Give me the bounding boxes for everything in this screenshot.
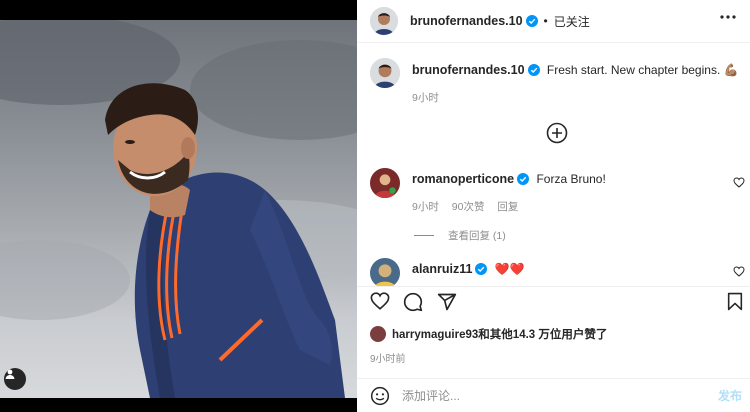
person-icon — [5, 369, 15, 379]
more-options-icon[interactable] — [720, 15, 736, 19]
comment-row: alanruiz11 ❤️❤️ — [370, 258, 525, 286]
header-separator: • — [543, 14, 548, 28]
post-actions-bar — [357, 286, 750, 316]
avatar-image — [370, 168, 400, 198]
comments-list: brunofernandes.10 Fresh start. New chapt… — [357, 44, 750, 286]
verified-badge-icon — [527, 64, 540, 76]
avatar-image — [370, 58, 400, 88]
comment-text: Forza Bruno! — [536, 172, 606, 186]
view-replies-button[interactable]: 查看回复 (1) — [414, 228, 506, 243]
tagged-users-button[interactable] — [4, 368, 26, 390]
post-photo — [0, 20, 357, 398]
comment-bubble-icon[interactable] — [403, 292, 423, 312]
view-replies-label: 查看回复 (1) — [448, 230, 506, 242]
comment-row: romanoperticone Forza Bruno! 9小时 90次赞 回复 — [370, 168, 606, 214]
instagram-post-modal: brunofernandes.10 • 已关注 brunofernandes.1… — [0, 0, 750, 412]
comment-meta: 9小时 90次赞 回复 — [412, 199, 606, 214]
author-avatar[interactable] — [370, 7, 398, 35]
post-comment-button[interactable]: 发布 — [718, 387, 742, 404]
share-send-icon[interactable] — [437, 292, 457, 312]
replies-divider — [414, 235, 434, 236]
comment-composer: 发布 — [357, 378, 750, 412]
like-comment-heart-icon[interactable] — [733, 177, 745, 188]
comment-input[interactable] — [402, 388, 692, 403]
caption-row: brunofernandes.10 Fresh start. New chapt… — [370, 58, 739, 105]
save-bookmark-icon[interactable] — [727, 292, 743, 311]
emoji-icon[interactable] — [370, 386, 390, 406]
verified-badge-icon — [475, 263, 488, 275]
caption-username[interactable]: brunofernandes.10 — [412, 63, 525, 77]
caption-meta: 9小时 — [412, 90, 739, 105]
commenter-avatar[interactable] — [370, 258, 400, 286]
verified-badge-icon — [517, 173, 530, 185]
load-more-comments-icon[interactable] — [546, 122, 568, 144]
post-details-panel: brunofernandes.10 • 已关注 brunofernandes.1… — [357, 0, 750, 412]
comment-username[interactable]: romanoperticone — [412, 172, 514, 186]
like-heart-icon[interactable] — [370, 292, 390, 310]
player-illustration — [0, 20, 357, 398]
like-comment-heart-icon[interactable] — [733, 266, 745, 277]
likes-summary[interactable]: harrymaguire93和其他14.3 万位用户赞了 — [370, 326, 607, 342]
likes-summary-text: harrymaguire93和其他14.3 万位用户赞了 — [392, 329, 608, 341]
comment-likes[interactable]: 90次赞 — [452, 201, 485, 213]
comment-username[interactable]: alanruiz11 — [412, 262, 472, 276]
avatar-image — [370, 258, 400, 286]
comment-time[interactable]: 9小时 — [412, 201, 439, 213]
caption-time[interactable]: 9小时 — [412, 92, 439, 104]
comment-text: ❤️❤️ — [494, 262, 525, 276]
post-timestamp[interactable]: 9小时前 — [370, 350, 406, 365]
verified-badge-icon — [525, 15, 538, 27]
liker-avatar — [370, 326, 386, 342]
author-username[interactable]: brunofernandes.10 — [410, 14, 523, 28]
following-button[interactable]: 已关注 — [554, 13, 590, 30]
reply-button[interactable]: 回复 — [497, 201, 518, 213]
avatar-image — [370, 7, 398, 35]
caption-text: Fresh start. New chapter begins. 💪🏽 — [546, 63, 739, 77]
post-media-pane — [0, 0, 357, 412]
commenter-avatar[interactable] — [370, 168, 400, 198]
post-header: brunofernandes.10 • 已关注 — [357, 0, 750, 43]
caption-avatar[interactable] — [370, 58, 400, 88]
